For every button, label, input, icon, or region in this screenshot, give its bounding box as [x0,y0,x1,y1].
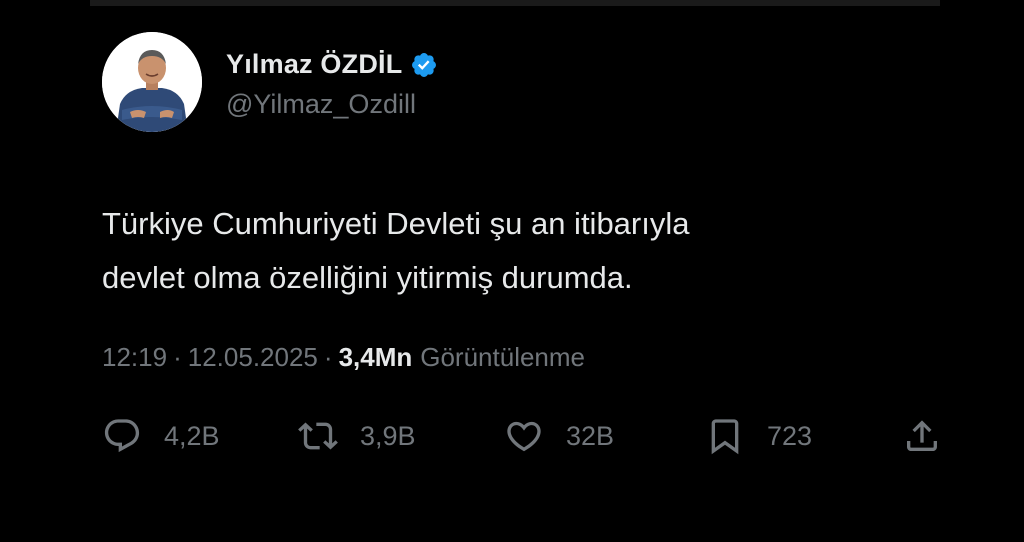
author-name-row: Yılmaz ÖZDİL [226,45,438,85]
retweet-icon [298,422,338,450]
avatar-image [102,32,202,132]
tweet-time[interactable]: 12:19 [102,342,167,373]
author-handle[interactable]: @Yilmaz_Ozdill [226,89,438,120]
tweet-card: Yılmaz ÖZDİL @Yilmaz_Ozdill Türkiye Cumh… [102,30,962,455]
views-label: Görüntülenme [420,342,586,372]
reply-icon [104,419,140,453]
tweet-actions: 4,2B 3,9B 32B 723 [102,412,947,460]
tweet-header: Yılmaz ÖZDİL @Yilmaz_Ozdill [102,30,962,134]
bookmark-button[interactable]: 723 [705,412,812,460]
tweet-date[interactable]: 12.05.2025 [188,342,318,373]
tweet-meta: 12:19 · 12.05.2025 · 3,4Mn Görüntülenme [102,342,585,373]
meta-separator: · [173,342,182,372]
verified-badge-icon [412,52,437,77]
like-count: 32B [566,420,615,451]
previous-content-edge [90,0,940,6]
reply-count: 4,2B [164,420,220,451]
author-identity: Yılmaz ÖZDİL @Yilmaz_Ozdill [226,45,438,120]
views-count: 3,4Mn [338,342,413,372]
retweet-count: 3,9B [360,420,416,451]
tweet-text-line: Türkiye Cumhuriyeti Devleti şu an itibar… [102,206,690,241]
bookmark-count: 723 [767,420,813,451]
share-icon [907,420,937,451]
share-button[interactable] [902,412,942,460]
tweet-text: Türkiye Cumhuriyeti Devleti şu an itibar… [102,197,922,305]
tweet-text-line: devlet olma özelliğini yitirmiş durumda. [102,260,633,295]
retweet-button[interactable]: 3,9B [298,412,416,460]
avatar[interactable] [102,32,202,132]
bookmark-icon [711,419,739,455]
meta-separator: · [323,342,333,372]
like-icon [507,421,541,452]
author-display-name[interactable]: Yılmaz ÖZDİL [226,49,402,80]
like-button[interactable]: 32B [504,412,614,460]
reply-button[interactable]: 4,2B [102,412,220,460]
